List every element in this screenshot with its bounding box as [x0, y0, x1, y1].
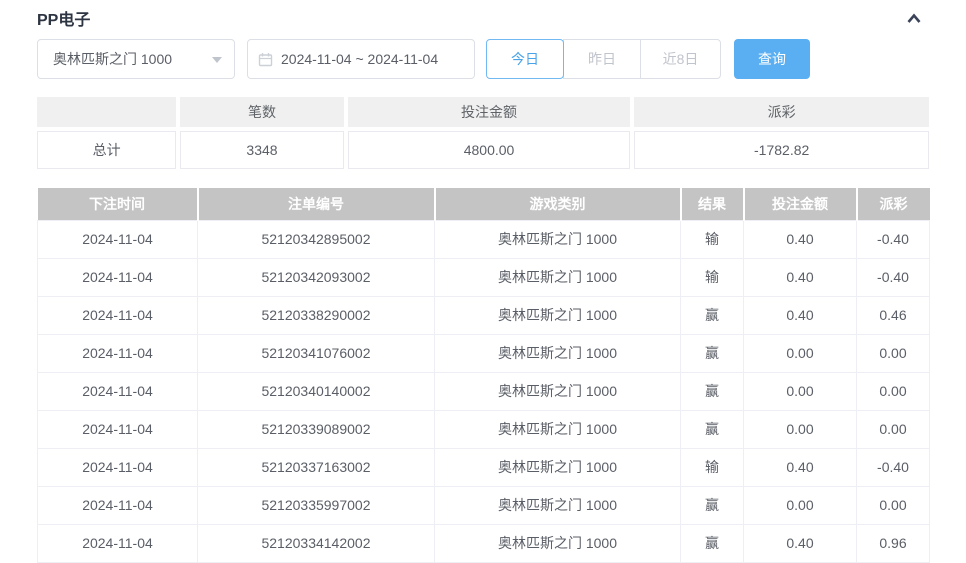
filter-controls: 奥林匹斯之门 1000 2024-11-04 ~ 2024-11-04 今日 昨… [37, 39, 929, 79]
summary-header-payout: 派彩 [634, 97, 929, 127]
detail-header-row: 下注时间 注单编号 游戏类别 结果 投注金额 派彩 [37, 188, 930, 220]
table-row: 2024-11-04 52120337163002 奥林匹斯之门 1000 输 … [37, 447, 930, 487]
bet-id-cell: 52120334142002 [197, 523, 435, 563]
bet-id-cell: 52120341076002 [197, 333, 435, 373]
bet-id-cell: 52120340140002 [197, 371, 435, 411]
bet-amount-cell: 0.40 [743, 447, 857, 487]
last8days-button[interactable]: 近8日 [640, 39, 721, 79]
header-result: 结果 [680, 188, 745, 220]
table-row: 2024-11-04 52120338290002 奥林匹斯之门 1000 赢 … [37, 295, 930, 335]
summary-count-value: 3348 [180, 131, 344, 169]
summary-payout-value: -1782.82 [634, 131, 929, 169]
bet-time-cell: 2024-11-04 [37, 447, 198, 487]
table-row: 2024-11-04 52120341076002 奥林匹斯之门 1000 赢 … [37, 333, 930, 373]
bet-amount-cell: 0.40 [743, 257, 857, 297]
game-type-cell: 奥林匹斯之门 1000 [434, 333, 681, 373]
result-cell: 输 [680, 219, 744, 259]
bet-amount-cell: 0.00 [743, 485, 857, 525]
header-payout: 派彩 [856, 188, 930, 220]
bet-id-cell: 52120335997002 [197, 485, 435, 525]
bet-time-cell: 2024-11-04 [37, 333, 198, 373]
summary-total-row: 总计 3348 4800.00 -1782.82 [37, 131, 929, 169]
bet-time-cell: 2024-11-04 [37, 409, 198, 449]
date-range-input[interactable]: 2024-11-04 ~ 2024-11-04 [247, 39, 475, 79]
result-cell: 赢 [680, 371, 744, 411]
calendar-icon [258, 52, 273, 67]
bet-amount-cell: 0.40 [743, 295, 857, 335]
summary-header-count: 笔数 [180, 97, 344, 127]
header-game-type: 游戏类别 [434, 188, 682, 220]
table-row: 2024-11-04 52120339089002 奥林匹斯之门 1000 赢 … [37, 409, 930, 449]
result-cell: 赢 [680, 523, 744, 563]
game-type-cell: 奥林匹斯之门 1000 [434, 409, 681, 449]
date-range-value: 2024-11-04 ~ 2024-11-04 [281, 51, 439, 67]
game-type-cell: 奥林匹斯之门 1000 [434, 447, 681, 487]
game-type-cell: 奥林匹斯之门 1000 [434, 485, 681, 525]
summary-header-bet-amount: 投注金额 [347, 97, 631, 127]
header-bet-time: 下注时间 [37, 188, 199, 220]
summary-header-row: 笔数 投注金额 派彩 [37, 97, 929, 127]
pp-electronic-panel: PP电子 奥林匹斯之门 1000 2024-11-04 ~ 2024-11-04… [0, 0, 966, 563]
search-button[interactable]: 查询 [734, 39, 810, 79]
bet-amount-cell: 0.00 [743, 371, 857, 411]
result-cell: 赢 [680, 485, 744, 525]
bet-id-cell: 52120342895002 [197, 219, 435, 259]
result-cell: 赢 [680, 295, 744, 335]
summary-header-blank [37, 97, 177, 127]
bet-id-cell: 52120339089002 [197, 409, 435, 449]
bet-records-table: 下注时间 注单编号 游戏类别 结果 投注金额 派彩 2024-11-04 521… [37, 188, 930, 563]
bet-time-cell: 2024-11-04 [37, 523, 198, 563]
bet-amount-cell: 0.40 [743, 219, 857, 259]
table-row: 2024-11-04 52120342093002 奥林匹斯之门 1000 输 … [37, 257, 930, 297]
summary-total-label: 总计 [37, 131, 177, 169]
payout-cell: 0.00 [856, 333, 930, 373]
table-row: 2024-11-04 52120340140002 奥林匹斯之门 1000 赢 … [37, 371, 930, 411]
game-type-cell: 奥林匹斯之门 1000 [434, 523, 681, 563]
panel-header: PP电子 [37, 0, 929, 29]
result-cell: 赢 [680, 409, 744, 449]
chevron-up-icon [904, 13, 924, 29]
payout-cell: -0.40 [856, 447, 930, 487]
payout-cell: 0.00 [856, 371, 930, 411]
bet-time-cell: 2024-11-04 [37, 485, 198, 525]
result-cell: 输 [680, 447, 744, 487]
bet-time-cell: 2024-11-04 [37, 219, 198, 259]
bet-amount-cell: 0.00 [743, 333, 857, 373]
result-cell: 赢 [680, 333, 744, 373]
game-type-cell: 奥林匹斯之门 1000 [434, 295, 681, 335]
yesterday-button[interactable]: 昨日 [563, 39, 641, 79]
header-bet-id: 注单编号 [197, 188, 436, 220]
today-button[interactable]: 今日 [486, 39, 564, 79]
bet-id-cell: 52120338290002 [197, 295, 435, 335]
payout-cell: 0.00 [856, 409, 930, 449]
caret-down-icon [212, 56, 222, 68]
bet-id-cell: 52120342093002 [197, 257, 435, 297]
bet-amount-cell: 0.00 [743, 409, 857, 449]
bet-id-cell: 52120337163002 [197, 447, 435, 487]
result-cell: 输 [680, 257, 744, 297]
payout-cell: 0.96 [856, 523, 930, 563]
table-row: 2024-11-04 52120335997002 奥林匹斯之门 1000 赢 … [37, 485, 930, 525]
bet-time-cell: 2024-11-04 [37, 295, 198, 335]
game-type-cell: 奥林匹斯之门 1000 [434, 257, 681, 297]
payout-cell: -0.40 [856, 219, 930, 259]
game-type-cell: 奥林匹斯之门 1000 [434, 219, 681, 259]
game-select[interactable]: 奥林匹斯之门 1000 [37, 39, 235, 79]
bet-amount-cell: 0.40 [743, 523, 857, 563]
header-bet-amount: 投注金额 [743, 188, 858, 220]
game-type-cell: 奥林匹斯之门 1000 [434, 371, 681, 411]
bet-time-cell: 2024-11-04 [37, 257, 198, 297]
bet-time-cell: 2024-11-04 [37, 371, 198, 411]
quick-filter-group: 今日 昨日 近8日 [486, 39, 721, 79]
table-row: 2024-11-04 52120342895002 奥林匹斯之门 1000 输 … [37, 219, 930, 259]
payout-cell: 0.46 [856, 295, 930, 335]
game-select-value: 奥林匹斯之门 1000 [53, 51, 173, 67]
payout-cell: -0.40 [856, 257, 930, 297]
table-row: 2024-11-04 52120334142002 奥林匹斯之门 1000 赢 … [37, 523, 930, 563]
panel-title: PP电子 [37, 12, 91, 29]
payout-cell: 0.00 [856, 485, 930, 525]
summary-table: 笔数 投注金额 派彩 总计 3348 4800.00 -1782.82 [33, 93, 933, 173]
summary-bet-amount-value: 4800.00 [347, 131, 631, 169]
collapse-button[interactable] [904, 10, 924, 26]
